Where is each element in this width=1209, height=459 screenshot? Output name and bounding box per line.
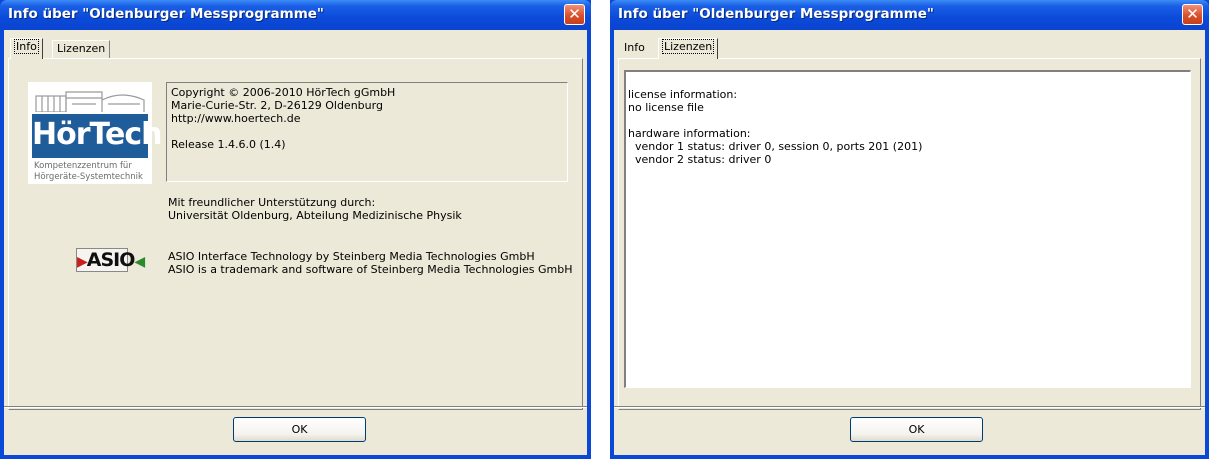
asio-line-2: ASIO is a trademark and software of Stei… xyxy=(168,263,573,276)
copyright-box: Copyright © 2006-2010 HörTech gGmbH Mari… xyxy=(166,82,568,182)
close-button[interactable]: ✕ xyxy=(1182,4,1203,25)
dialog-client-area: Info Lizenzen license information: no lic… xyxy=(614,30,1205,455)
asio-text: ASIO Interface Technology by Steinberg M… xyxy=(168,250,572,276)
separator xyxy=(614,406,1205,408)
support-line-2: Universität Oldenburg, Abteilung Medizin… xyxy=(168,209,462,222)
tab-bar: Info Lizenzen xyxy=(8,38,583,59)
about-dialog-licenses: Info über "Oldenburger Messprogramme" ✕ … xyxy=(610,0,1209,459)
logo-tagline-1: Kompetenzzentrum für xyxy=(34,161,132,171)
tab-info-label: Info xyxy=(624,41,645,54)
building-icon xyxy=(35,91,145,112)
window-title: Info über "Oldenburger Messprogramme" xyxy=(8,6,324,22)
about-dialog-info: Info über "Oldenburger Messprogramme" ✕ … xyxy=(0,0,591,459)
window-title: Info über "Oldenburger Messprogramme" xyxy=(618,6,934,22)
tab-lizenzen[interactable]: Lizenzen xyxy=(658,38,719,59)
ok-button[interactable]: OK xyxy=(233,417,366,442)
support-text: Mit freundlicher Unterstützung durch: Un… xyxy=(168,196,462,222)
asio-logo: ▶ASIO◀ xyxy=(76,248,145,272)
tab-lizenzen[interactable]: Lizenzen xyxy=(52,40,111,58)
tab-info[interactable]: Info xyxy=(620,40,649,58)
tab-bar: Info Lizenzen xyxy=(618,38,1201,59)
close-button[interactable]: ✕ xyxy=(564,4,585,25)
license-text-area[interactable]: license information: no license file hardw… xyxy=(624,70,1191,388)
tab-lizenzen-label: Lizenzen xyxy=(57,42,106,55)
ok-button[interactable]: OK xyxy=(850,417,983,442)
license-line-4: vendor 1 status: driver 0, session 0, po… xyxy=(628,140,923,153)
copyright-text: Copyright © 2006-2010 HörTech gGmbH xyxy=(171,86,396,99)
asio-logo-text: ASIO xyxy=(86,249,136,271)
logo-tagline-2: Hörgeräte-Systemtechnik xyxy=(34,172,143,182)
dialog-client-area: Info Lizenzen HörTech Kompetenzzentrum f… xyxy=(4,30,587,455)
separator xyxy=(4,406,587,408)
title-bar[interactable]: Info über "Oldenburger Messprogramme" ✕ xyxy=(610,0,1209,30)
support-line-1: Mit freundlicher Unterstützung durch: xyxy=(168,196,376,209)
release-text: Release 1.4.6.0 (1.4) xyxy=(171,138,286,151)
website-text: http://www.hoertech.de xyxy=(171,112,301,125)
tab-lizenzen-label: Lizenzen xyxy=(661,39,715,54)
license-line-3: hardware information: xyxy=(628,127,751,140)
tab-info[interactable]: Info xyxy=(10,38,43,59)
asio-line-1: ASIO Interface Technology by Steinberg M… xyxy=(168,250,535,263)
title-bar[interactable]: Info über "Oldenburger Messprogramme" ✕ xyxy=(0,0,591,30)
license-line-5: vendor 2 status: driver 0 xyxy=(628,153,772,166)
logo-wordmark: HörTech xyxy=(32,114,162,158)
hoertech-logo: HörTech Kompetenzzentrum für Hörgeräte-S… xyxy=(28,82,162,184)
license-line-2: no license file xyxy=(628,101,704,114)
tab-info-label: Info xyxy=(14,39,39,54)
license-line-1: license information: xyxy=(628,88,738,101)
address-text: Marie-Curie-Str. 2, D-26129 Oldenburg xyxy=(171,99,383,112)
